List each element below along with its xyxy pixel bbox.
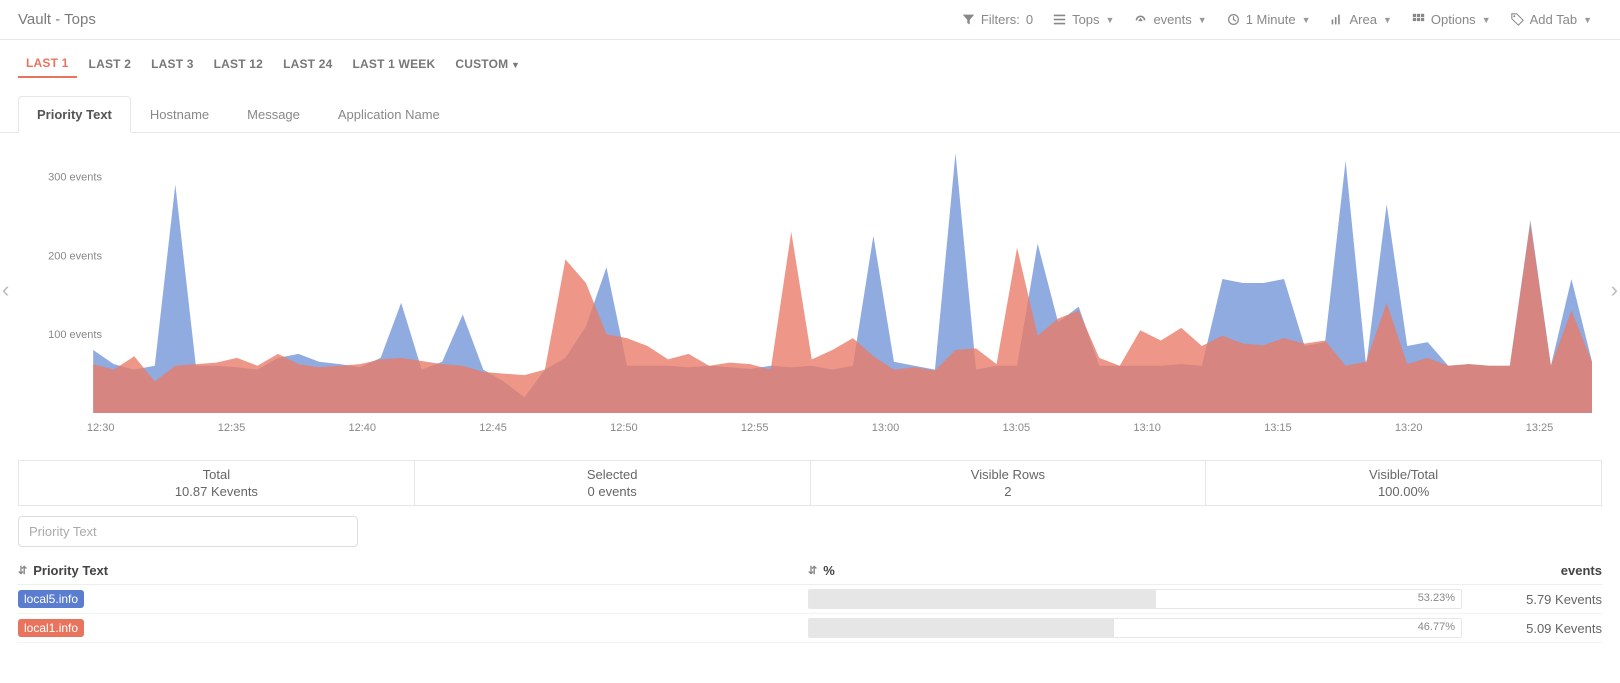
tab-message[interactable]: Message xyxy=(228,96,319,132)
charttype-label: Area xyxy=(1349,12,1376,27)
chevron-down-icon: ▼ xyxy=(1302,15,1311,25)
col-priority-text[interactable]: Priority Text xyxy=(33,563,108,578)
interval-dropdown[interactable]: 1 Minute ▼ xyxy=(1217,8,1321,31)
chart-icon xyxy=(1330,13,1343,26)
sort-icon[interactable]: ⇵ xyxy=(808,564,817,577)
percent-bar: 53.23% xyxy=(808,589,1462,609)
priority-pill[interactable]: local5.info xyxy=(18,590,84,608)
list-icon xyxy=(1053,13,1066,26)
chevron-down-icon: ▼ xyxy=(1583,15,1592,25)
tab-hostname[interactable]: Hostname xyxy=(131,96,228,132)
stat-selected: Selected0 events xyxy=(415,461,811,505)
priority-pill[interactable]: local1.info xyxy=(18,619,84,637)
stat-visible-total: Visible/Total100.00% xyxy=(1206,461,1601,505)
timerange-last-3[interactable]: LAST 3 xyxy=(143,51,202,77)
chevron-down-icon: ▼ xyxy=(1106,15,1115,25)
filters-button[interactable]: Filters: 0 xyxy=(952,8,1043,31)
chevron-down-icon: ▼ xyxy=(1198,15,1207,25)
table-row[interactable]: local5.info 53.23%5.79 Kevents xyxy=(18,585,1602,614)
gauge-icon xyxy=(1134,13,1147,26)
tab-application-name[interactable]: Application Name xyxy=(319,96,459,132)
filter-row xyxy=(0,516,1620,557)
col-percent[interactable]: % xyxy=(823,563,835,578)
col-events[interactable]: events xyxy=(1462,563,1602,578)
page-title: Vault - Tops xyxy=(18,11,96,28)
filter-icon xyxy=(962,13,975,26)
priority-text-filter-input[interactable] xyxy=(18,516,358,547)
svg-text:300 events: 300 events xyxy=(48,172,102,184)
timerange-bar: LAST 1LAST 2LAST 3LAST 12LAST 24LAST 1 W… xyxy=(0,40,1620,78)
svg-text:13:20: 13:20 xyxy=(1395,422,1423,434)
options-label: Options xyxy=(1431,12,1476,27)
sort-icon[interactable]: ⇵ xyxy=(18,564,27,577)
grid-icon xyxy=(1412,13,1425,26)
tag-icon xyxy=(1511,13,1524,26)
svg-text:12:30: 12:30 xyxy=(87,422,115,434)
event-count: 5.79 Kevents xyxy=(1462,592,1602,607)
svg-text:12:40: 12:40 xyxy=(349,422,377,434)
chevron-down-icon: ▼ xyxy=(508,60,520,70)
stat-visible-rows: Visible Rows2 xyxy=(811,461,1207,505)
svg-text:12:55: 12:55 xyxy=(741,422,769,434)
stat-total: Total10.87 Kevents xyxy=(19,461,415,505)
svg-text:13:25: 13:25 xyxy=(1526,422,1554,434)
filters-count: 0 xyxy=(1026,12,1033,27)
options-dropdown[interactable]: Options ▼ xyxy=(1402,8,1501,31)
svg-text:12:35: 12:35 xyxy=(218,422,246,434)
stats-row: Total10.87 KeventsSelected0 eventsVisibl… xyxy=(18,460,1602,506)
timerange-custom[interactable]: CUSTOM ▼ xyxy=(447,51,528,77)
event-count: 5.09 Kevents xyxy=(1462,621,1602,636)
chart-panel: ‹ › 100 events200 events300 events12:301… xyxy=(0,133,1620,446)
svg-text:13:10: 13:10 xyxy=(1133,422,1161,434)
field-tabs: Priority TextHostnameMessageApplication … xyxy=(0,78,1620,133)
tops-dropdown[interactable]: Tops ▼ xyxy=(1043,8,1124,31)
timerange-last-1[interactable]: LAST 1 xyxy=(18,50,77,78)
filters-label: Filters: xyxy=(981,12,1020,27)
chevron-down-icon: ▼ xyxy=(1482,15,1491,25)
svg-text:100 events: 100 events xyxy=(48,329,102,341)
charttype-dropdown[interactable]: Area ▼ xyxy=(1320,8,1401,31)
percent-bar: 46.77% xyxy=(808,618,1462,638)
svg-text:200 events: 200 events xyxy=(48,250,102,262)
timerange-last-12[interactable]: LAST 12 xyxy=(206,51,271,77)
clock-icon xyxy=(1227,13,1240,26)
interval-label: 1 Minute xyxy=(1246,12,1296,27)
svg-text:13:15: 13:15 xyxy=(1264,422,1292,434)
table-row[interactable]: local1.info 46.77%5.09 Kevents xyxy=(18,614,1602,643)
results-table: ⇵ Priority Text ⇵ % events local5.info 53… xyxy=(0,557,1620,659)
svg-text:12:45: 12:45 xyxy=(479,422,507,434)
area-chart[interactable]: 100 events 200 events 300 events 12:30 12:35… xyxy=(18,143,1602,443)
svg-text:13:00: 13:00 xyxy=(872,422,900,434)
addtab-button[interactable]: Add Tab ▼ xyxy=(1501,8,1602,31)
table-header: ⇵ Priority Text ⇵ % events xyxy=(18,557,1602,585)
events-label: events xyxy=(1153,12,1191,27)
timerange-last-2[interactable]: LAST 2 xyxy=(81,51,140,77)
tops-label: Tops xyxy=(1072,12,1099,27)
svg-text:12:50: 12:50 xyxy=(610,422,638,434)
chart-prev-button[interactable]: ‹ xyxy=(2,277,9,303)
svg-text:13:05: 13:05 xyxy=(1003,422,1031,434)
chevron-down-icon: ▼ xyxy=(1383,15,1392,25)
addtab-label: Add Tab xyxy=(1530,12,1577,27)
timerange-last-1-week[interactable]: LAST 1 WEEK xyxy=(344,51,443,77)
tab-priority-text[interactable]: Priority Text xyxy=(18,96,131,133)
events-dropdown[interactable]: events ▼ xyxy=(1124,8,1216,31)
timerange-last-24[interactable]: LAST 24 xyxy=(275,51,340,77)
chart-next-button[interactable]: › xyxy=(1611,277,1618,303)
top-toolbar: Vault - Tops Filters: 0 Tops ▼ events ▼ … xyxy=(0,0,1620,40)
